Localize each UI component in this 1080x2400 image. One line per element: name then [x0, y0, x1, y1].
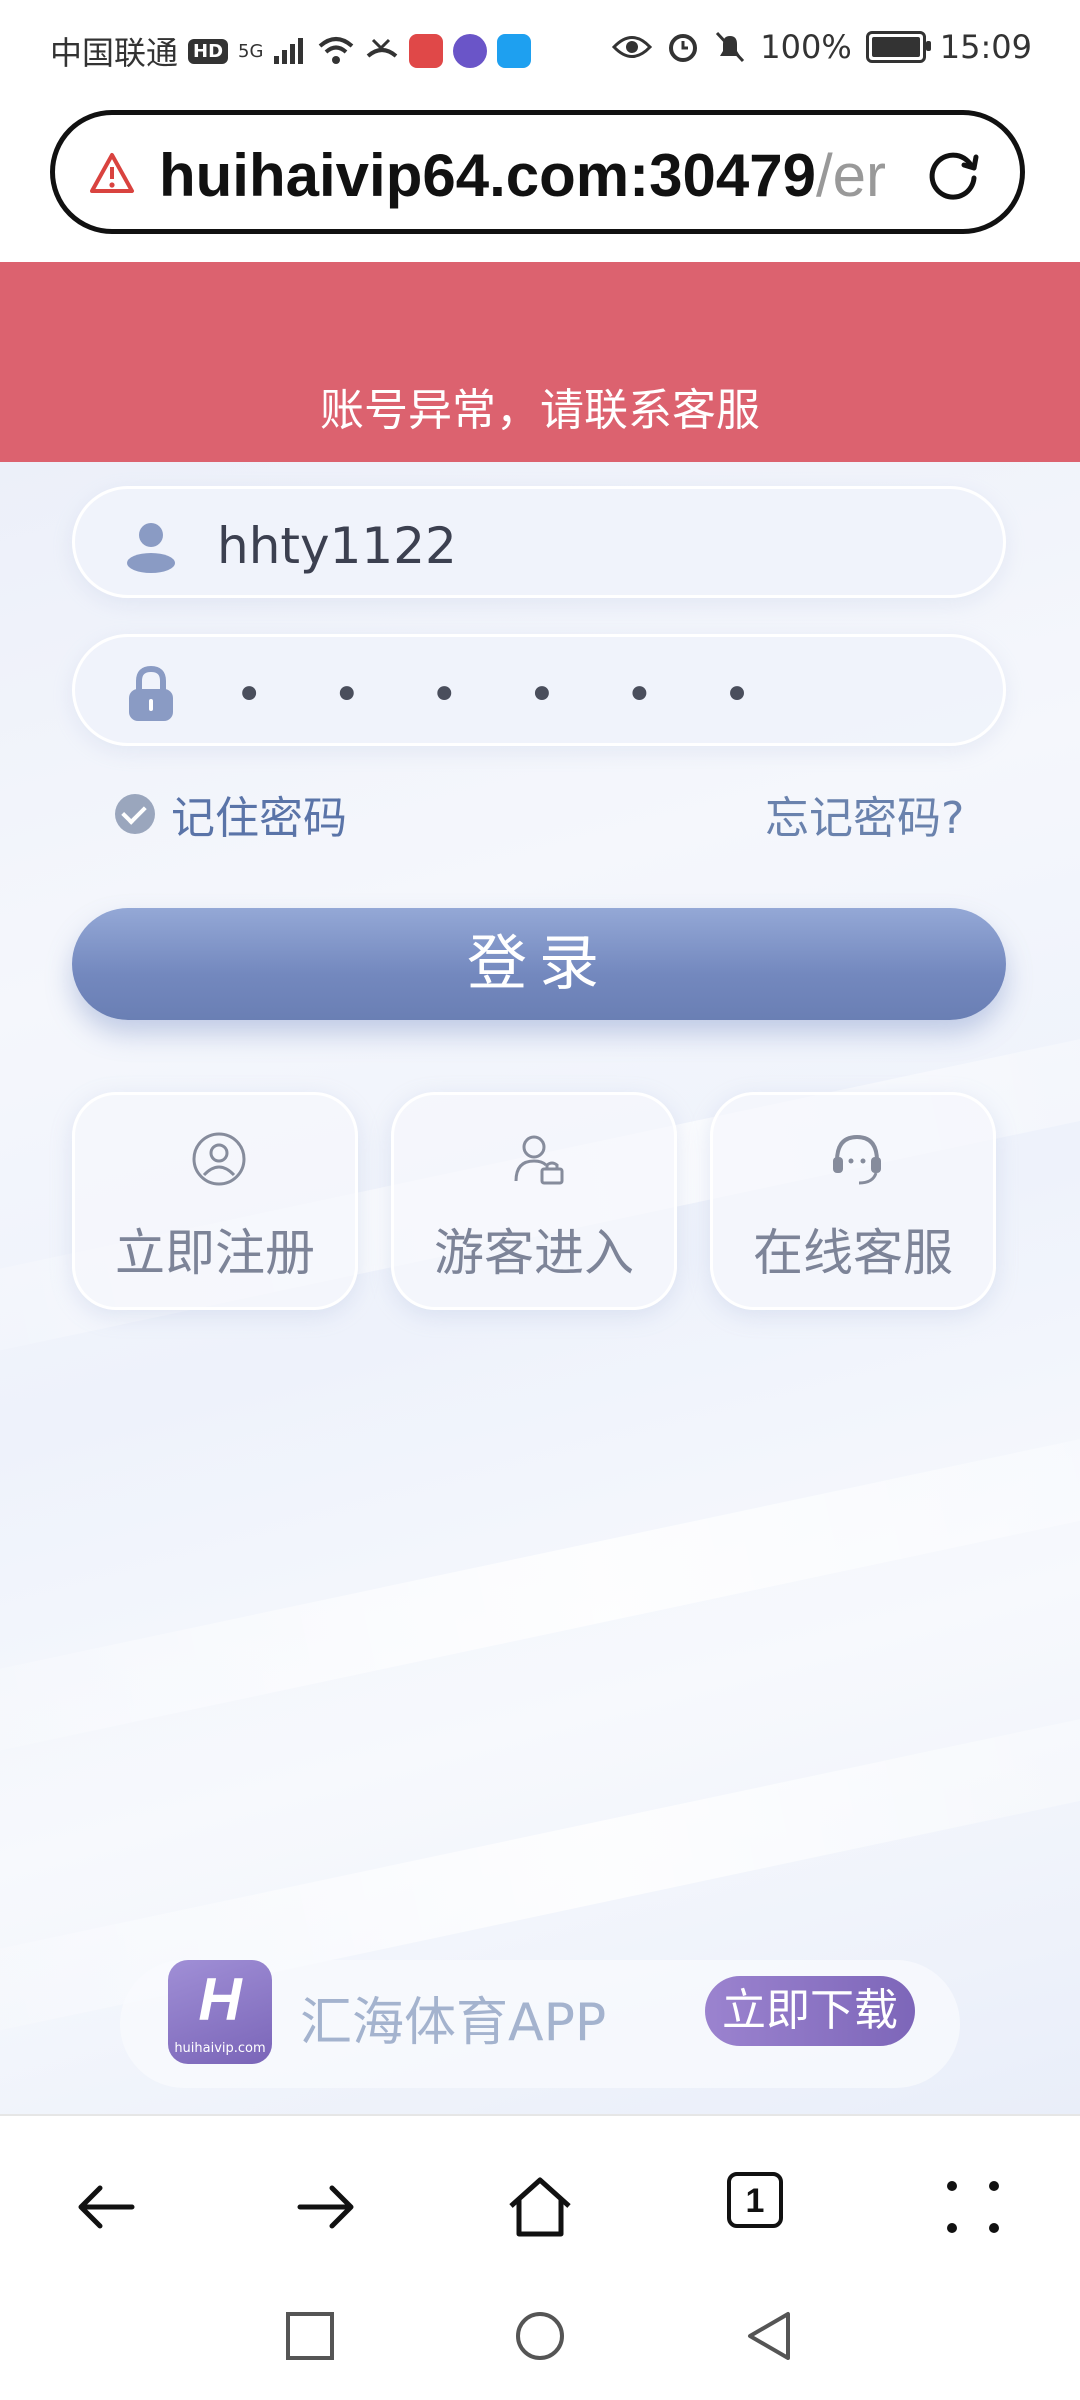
missed-call-icon — [367, 38, 398, 58]
background-streak — [0, 1376, 1080, 1788]
search-app-icon — [497, 34, 532, 68]
guest-icon — [514, 1135, 564, 1185]
login-button[interactable]: 登录 — [72, 908, 1006, 1020]
home-icon[interactable] — [505, 2172, 575, 2242]
carrier-label: 中国联通 — [50, 34, 179, 72]
username-value[interactable]: hhty1122 — [217, 517, 457, 575]
app-notification-icon — [409, 34, 444, 68]
tab-count-button[interactable]: 1 — [727, 2172, 783, 2228]
battery-icon — [865, 31, 931, 63]
guest-entry-label: 游客进入 — [434, 1224, 634, 1282]
reload-icon[interactable] — [924, 145, 982, 203]
home-nav-icon[interactable] — [512, 2308, 568, 2364]
eye-icon — [612, 36, 653, 58]
address-bar[interactable]: huihaivip64.com:30479/er — [50, 110, 1025, 234]
register-button[interactable]: 立即注册 — [72, 1092, 358, 1310]
headset-icon — [833, 1134, 881, 1185]
online-support-label: 在线客服 — [753, 1224, 953, 1282]
alert-banner: 账号异常，请联系客服 — [0, 262, 1080, 462]
password-field[interactable]: • • • • • • • • • • — [72, 634, 1006, 746]
url-text[interactable]: huihaivip64.com:30479/er — [159, 141, 949, 210]
logo-letter: H — [198, 1966, 242, 2033]
app-logo: H huihaivip.com — [168, 1960, 272, 2064]
status-bar: 中国联通 HD 5G 100% 15:09 — [0, 0, 1080, 100]
username-field[interactable]: hhty1122 — [72, 486, 1006, 598]
app-title: 汇海体育APP — [300, 1993, 607, 2053]
wifi-icon — [319, 37, 354, 64]
back-nav-icon[interactable] — [742, 2308, 798, 2364]
logo-domain: huihaivip.com — [174, 2041, 266, 2056]
tieba-icon — [453, 34, 488, 68]
forgot-password-link[interactable]: 忘记密码? — [765, 782, 964, 846]
warning-icon[interactable] — [89, 151, 135, 197]
network-label: 5G — [238, 40, 264, 62]
system-nav-bar — [0, 2284, 1080, 2400]
status-right: 100% 15:09 — [612, 28, 1032, 66]
mute-bell-icon — [716, 31, 745, 63]
web-page: 账号异常，请联系客服 hhty1122 • • • • • • • • • • … — [0, 262, 1080, 2114]
browser-toolbar: 1 — [0, 2114, 1080, 2286]
signal-icon — [274, 38, 304, 64]
battery-percent: 100% — [760, 28, 852, 66]
clock: 15:09 — [939, 28, 1032, 66]
user-icon — [127, 523, 175, 573]
lock-icon — [129, 665, 173, 721]
app-download-banner[interactable]: H huihaivip.com 汇海体育APP 立即下载 — [120, 1960, 960, 2088]
hd-badge: HD — [188, 38, 229, 64]
password-value[interactable]: • • • • • • • • • • — [235, 667, 795, 723]
user-circle-icon — [192, 1132, 246, 1186]
remember-label: 记住密码 — [171, 793, 347, 844]
remember-password-checkbox[interactable]: 记住密码 — [115, 782, 347, 846]
check-icon[interactable] — [115, 794, 155, 834]
download-button[interactable]: 立即下载 — [705, 1976, 915, 2046]
recents-icon[interactable] — [282, 2308, 338, 2364]
url-host: huihaivip64.com:30479 — [159, 142, 816, 209]
url-path: /er — [815, 142, 886, 209]
status-left: 中国联通 HD 5G — [50, 28, 532, 74]
alarm-icon — [669, 34, 698, 62]
back-icon[interactable] — [72, 2172, 142, 2242]
menu-icon[interactable] — [938, 2172, 1008, 2242]
alert-message: 账号异常，请联系客服 — [320, 385, 760, 436]
guest-entry-button[interactable]: 游客进入 — [391, 1092, 677, 1310]
online-support-button[interactable]: 在线客服 — [710, 1092, 996, 1310]
forward-icon[interactable] — [290, 2172, 360, 2242]
register-label: 立即注册 — [115, 1224, 315, 1282]
